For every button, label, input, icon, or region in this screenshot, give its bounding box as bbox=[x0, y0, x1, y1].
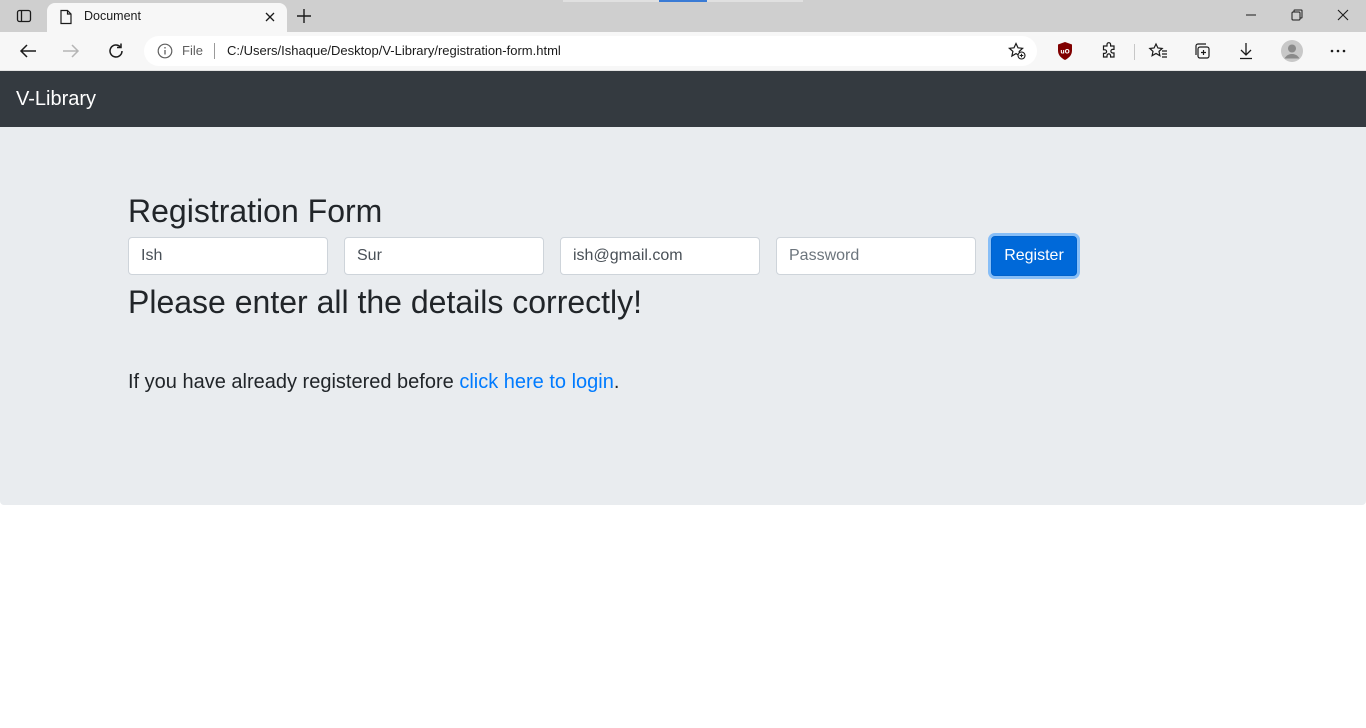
tab-strip-indicator bbox=[563, 0, 659, 2]
svg-text:uO: uO bbox=[1060, 49, 1069, 56]
close-icon[interactable] bbox=[261, 8, 279, 26]
more-icon[interactable] bbox=[1323, 37, 1353, 65]
navbar: V-Library bbox=[0, 71, 1366, 127]
plus-icon[interactable] bbox=[293, 5, 315, 27]
favorites-icon[interactable] bbox=[1143, 37, 1173, 65]
address-bar[interactable]: File C:/Users/Ishaque/Desktop/V-Library/… bbox=[144, 36, 1037, 66]
url-text[interactable]: C:/Users/Ishaque/Desktop/V-Library/regis… bbox=[227, 43, 561, 58]
restore-icon[interactable] bbox=[1274, 0, 1320, 30]
back-arrow-icon[interactable] bbox=[13, 37, 43, 65]
close-window-icon[interactable] bbox=[1320, 0, 1366, 30]
register-button[interactable]: Register bbox=[991, 236, 1077, 276]
browser-toolbar: File C:/Users/Ishaque/Desktop/V-Library/… bbox=[0, 32, 1366, 71]
email-field[interactable]: ish@gmail.com bbox=[560, 237, 760, 275]
download-icon[interactable] bbox=[1231, 37, 1261, 65]
login-link[interactable]: click here to login bbox=[459, 371, 614, 393]
forward-arrow-icon[interactable] bbox=[56, 37, 86, 65]
browser-titlebar: Document bbox=[0, 0, 1366, 32]
tab-strip-indicator bbox=[707, 0, 803, 2]
address-separator bbox=[214, 43, 215, 59]
browser-tab[interactable]: Document bbox=[47, 3, 287, 32]
validation-message: Please enter all the details correctly! bbox=[128, 284, 643, 320]
ublock-icon[interactable]: uO bbox=[1050, 37, 1080, 65]
refresh-icon[interactable] bbox=[101, 37, 131, 65]
minimize-icon[interactable] bbox=[1228, 0, 1274, 30]
tab-actions-icon[interactable] bbox=[8, 4, 40, 28]
first-name-field[interactable]: Ish bbox=[128, 237, 328, 275]
tab-strip-indicator-active bbox=[659, 0, 707, 2]
password-field[interactable]: Password bbox=[776, 237, 976, 275]
info-icon[interactable] bbox=[157, 43, 173, 64]
navbar-brand[interactable]: V-Library bbox=[16, 88, 96, 111]
page-title: Registration Form bbox=[128, 193, 383, 229]
collections-icon[interactable] bbox=[1187, 37, 1217, 65]
page-icon bbox=[59, 9, 73, 30]
registration-section: Registration Form Ish Sur ish@gmail.com … bbox=[0, 127, 1366, 505]
extensions-icon[interactable] bbox=[1094, 37, 1124, 65]
login-prompt-period: . bbox=[613, 371, 620, 393]
login-prompt: If you have already registered before cl… bbox=[128, 371, 619, 394]
last-name-field[interactable]: Sur bbox=[344, 237, 544, 275]
add-favorite-icon[interactable] bbox=[1007, 41, 1027, 66]
scheme-label: File bbox=[182, 43, 203, 58]
login-prompt-text: If you have already registered before bbox=[128, 371, 460, 393]
profile-avatar-icon[interactable] bbox=[1277, 37, 1307, 65]
toolbar-divider bbox=[1134, 44, 1135, 60]
tab-title: Document bbox=[84, 9, 141, 23]
